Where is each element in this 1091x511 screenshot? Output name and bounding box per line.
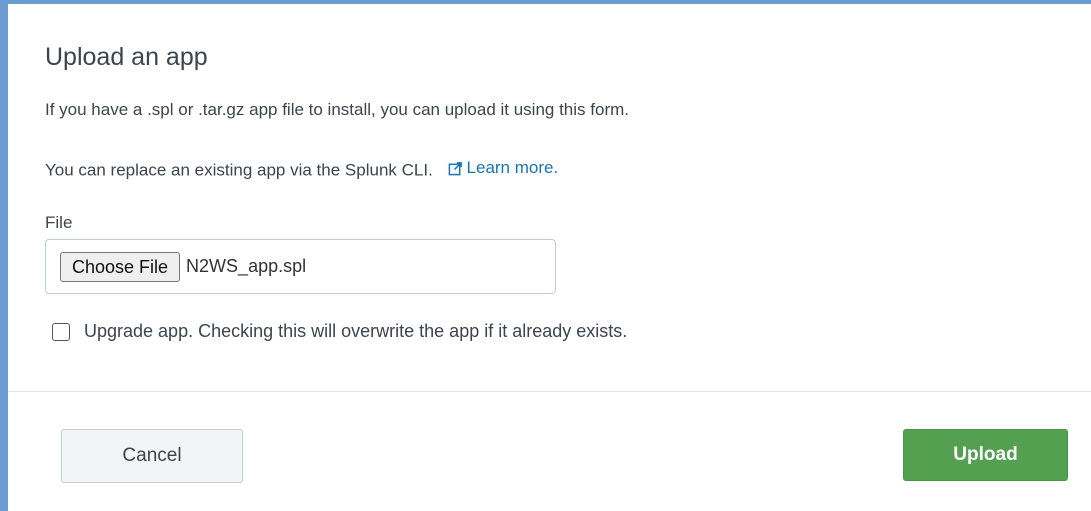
file-input[interactable]: Choose File N2WS_app.spl [45, 239, 556, 294]
file-label: File [45, 213, 73, 232]
selected-file-name: N2WS_app.spl [186, 256, 307, 276]
upload-app-dialog: Upload an app If you have a .spl or .tar… [0, 0, 1091, 511]
replace-text: You can replace an existing app via the … [45, 160, 433, 180]
upgrade-checkbox[interactable] [52, 322, 70, 341]
learn-more-label: Learn more. [466, 158, 559, 177]
choose-file-button[interactable]: Choose File [60, 251, 181, 282]
replace-info: You can replace an existing app via the … [45, 158, 558, 181]
external-link-icon [448, 161, 462, 175]
dialog-title: Upload an app [45, 43, 208, 71]
upgrade-label[interactable]: Upgrade app. Checking this will overwrit… [84, 321, 627, 342]
dialog-description: If you have a .spl or .tar.gz app file t… [45, 100, 629, 119]
upload-button[interactable]: Upload [903, 429, 1068, 481]
upgrade-option[interactable]: Upgrade app. Checking this will overwrit… [52, 321, 627, 342]
learn-more-link[interactable]: Learn more. [448, 158, 559, 178]
cancel-button[interactable]: Cancel [61, 429, 243, 483]
footer-divider [8, 391, 1091, 392]
